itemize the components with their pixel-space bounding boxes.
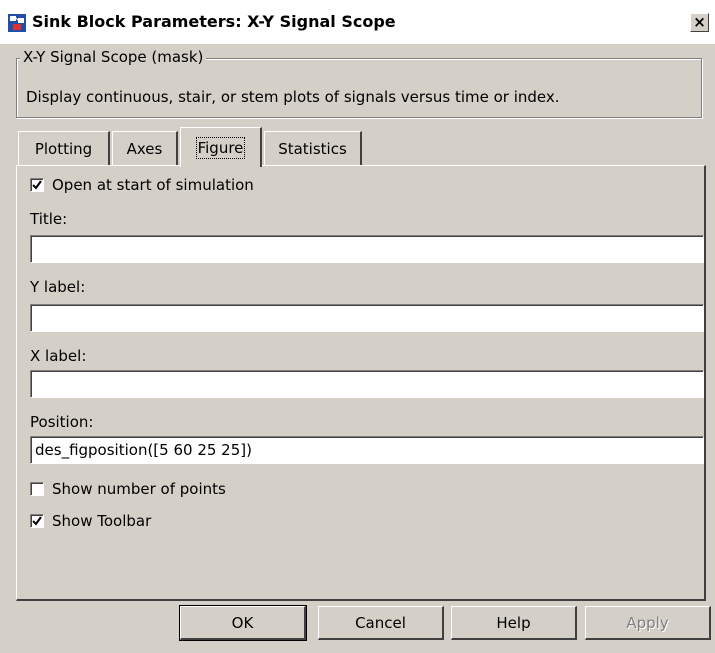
open-at-start-checkbox-row[interactable]: Open at start of simulation xyxy=(30,176,254,194)
show-points-checkbox[interactable] xyxy=(30,482,44,496)
position-label: Position: xyxy=(30,413,94,431)
title-input[interactable] xyxy=(30,235,704,263)
title-bar: Sink Block Parameters: X-Y Signal Scope … xyxy=(0,0,715,44)
close-button[interactable]: × xyxy=(690,13,709,32)
ylabel-label: Y label: xyxy=(30,278,86,296)
ylabel-input[interactable] xyxy=(30,304,704,332)
tab-figure[interactable]: Figure xyxy=(180,127,262,167)
show-points-label: Show number of points xyxy=(52,480,226,498)
open-at-start-checkbox[interactable] xyxy=(30,178,44,192)
help-button[interactable]: Help xyxy=(451,606,577,640)
window-title: Sink Block Parameters: X-Y Signal Scope xyxy=(32,12,396,31)
tab-label: Axes xyxy=(126,139,163,158)
tab-axes[interactable]: Axes xyxy=(112,131,178,165)
tab-plotting[interactable]: Plotting xyxy=(18,131,110,165)
mask-description: Display continuous, stair, or stem plots… xyxy=(26,88,560,106)
tab-label: Figure xyxy=(195,136,246,159)
mask-legend: X-Y Signal Scope (mask) xyxy=(20,48,207,66)
ok-button[interactable]: OK xyxy=(179,605,307,641)
apply-button[interactable]: Apply xyxy=(585,606,711,640)
tab-label: Statistics xyxy=(278,139,347,158)
show-toolbar-label: Show Toolbar xyxy=(52,512,152,530)
title-label: Title: xyxy=(30,210,68,228)
xlabel-label: X label: xyxy=(30,347,87,365)
xlabel-input[interactable] xyxy=(30,370,704,398)
checkmark-icon xyxy=(32,516,42,526)
close-icon: × xyxy=(693,13,706,31)
show-points-checkbox-row[interactable]: Show number of points xyxy=(30,480,226,498)
tab-statistics[interactable]: Statistics xyxy=(264,131,362,165)
position-input[interactable] xyxy=(30,436,704,464)
tab-label: Plotting xyxy=(34,139,93,158)
show-toolbar-checkbox[interactable] xyxy=(30,514,44,528)
simulink-block-icon xyxy=(8,14,26,32)
checkmark-icon xyxy=(32,180,42,190)
open-at-start-label: Open at start of simulation xyxy=(52,176,254,194)
cancel-button[interactable]: Cancel xyxy=(318,606,444,640)
show-toolbar-checkbox-row[interactable]: Show Toolbar xyxy=(30,512,151,530)
